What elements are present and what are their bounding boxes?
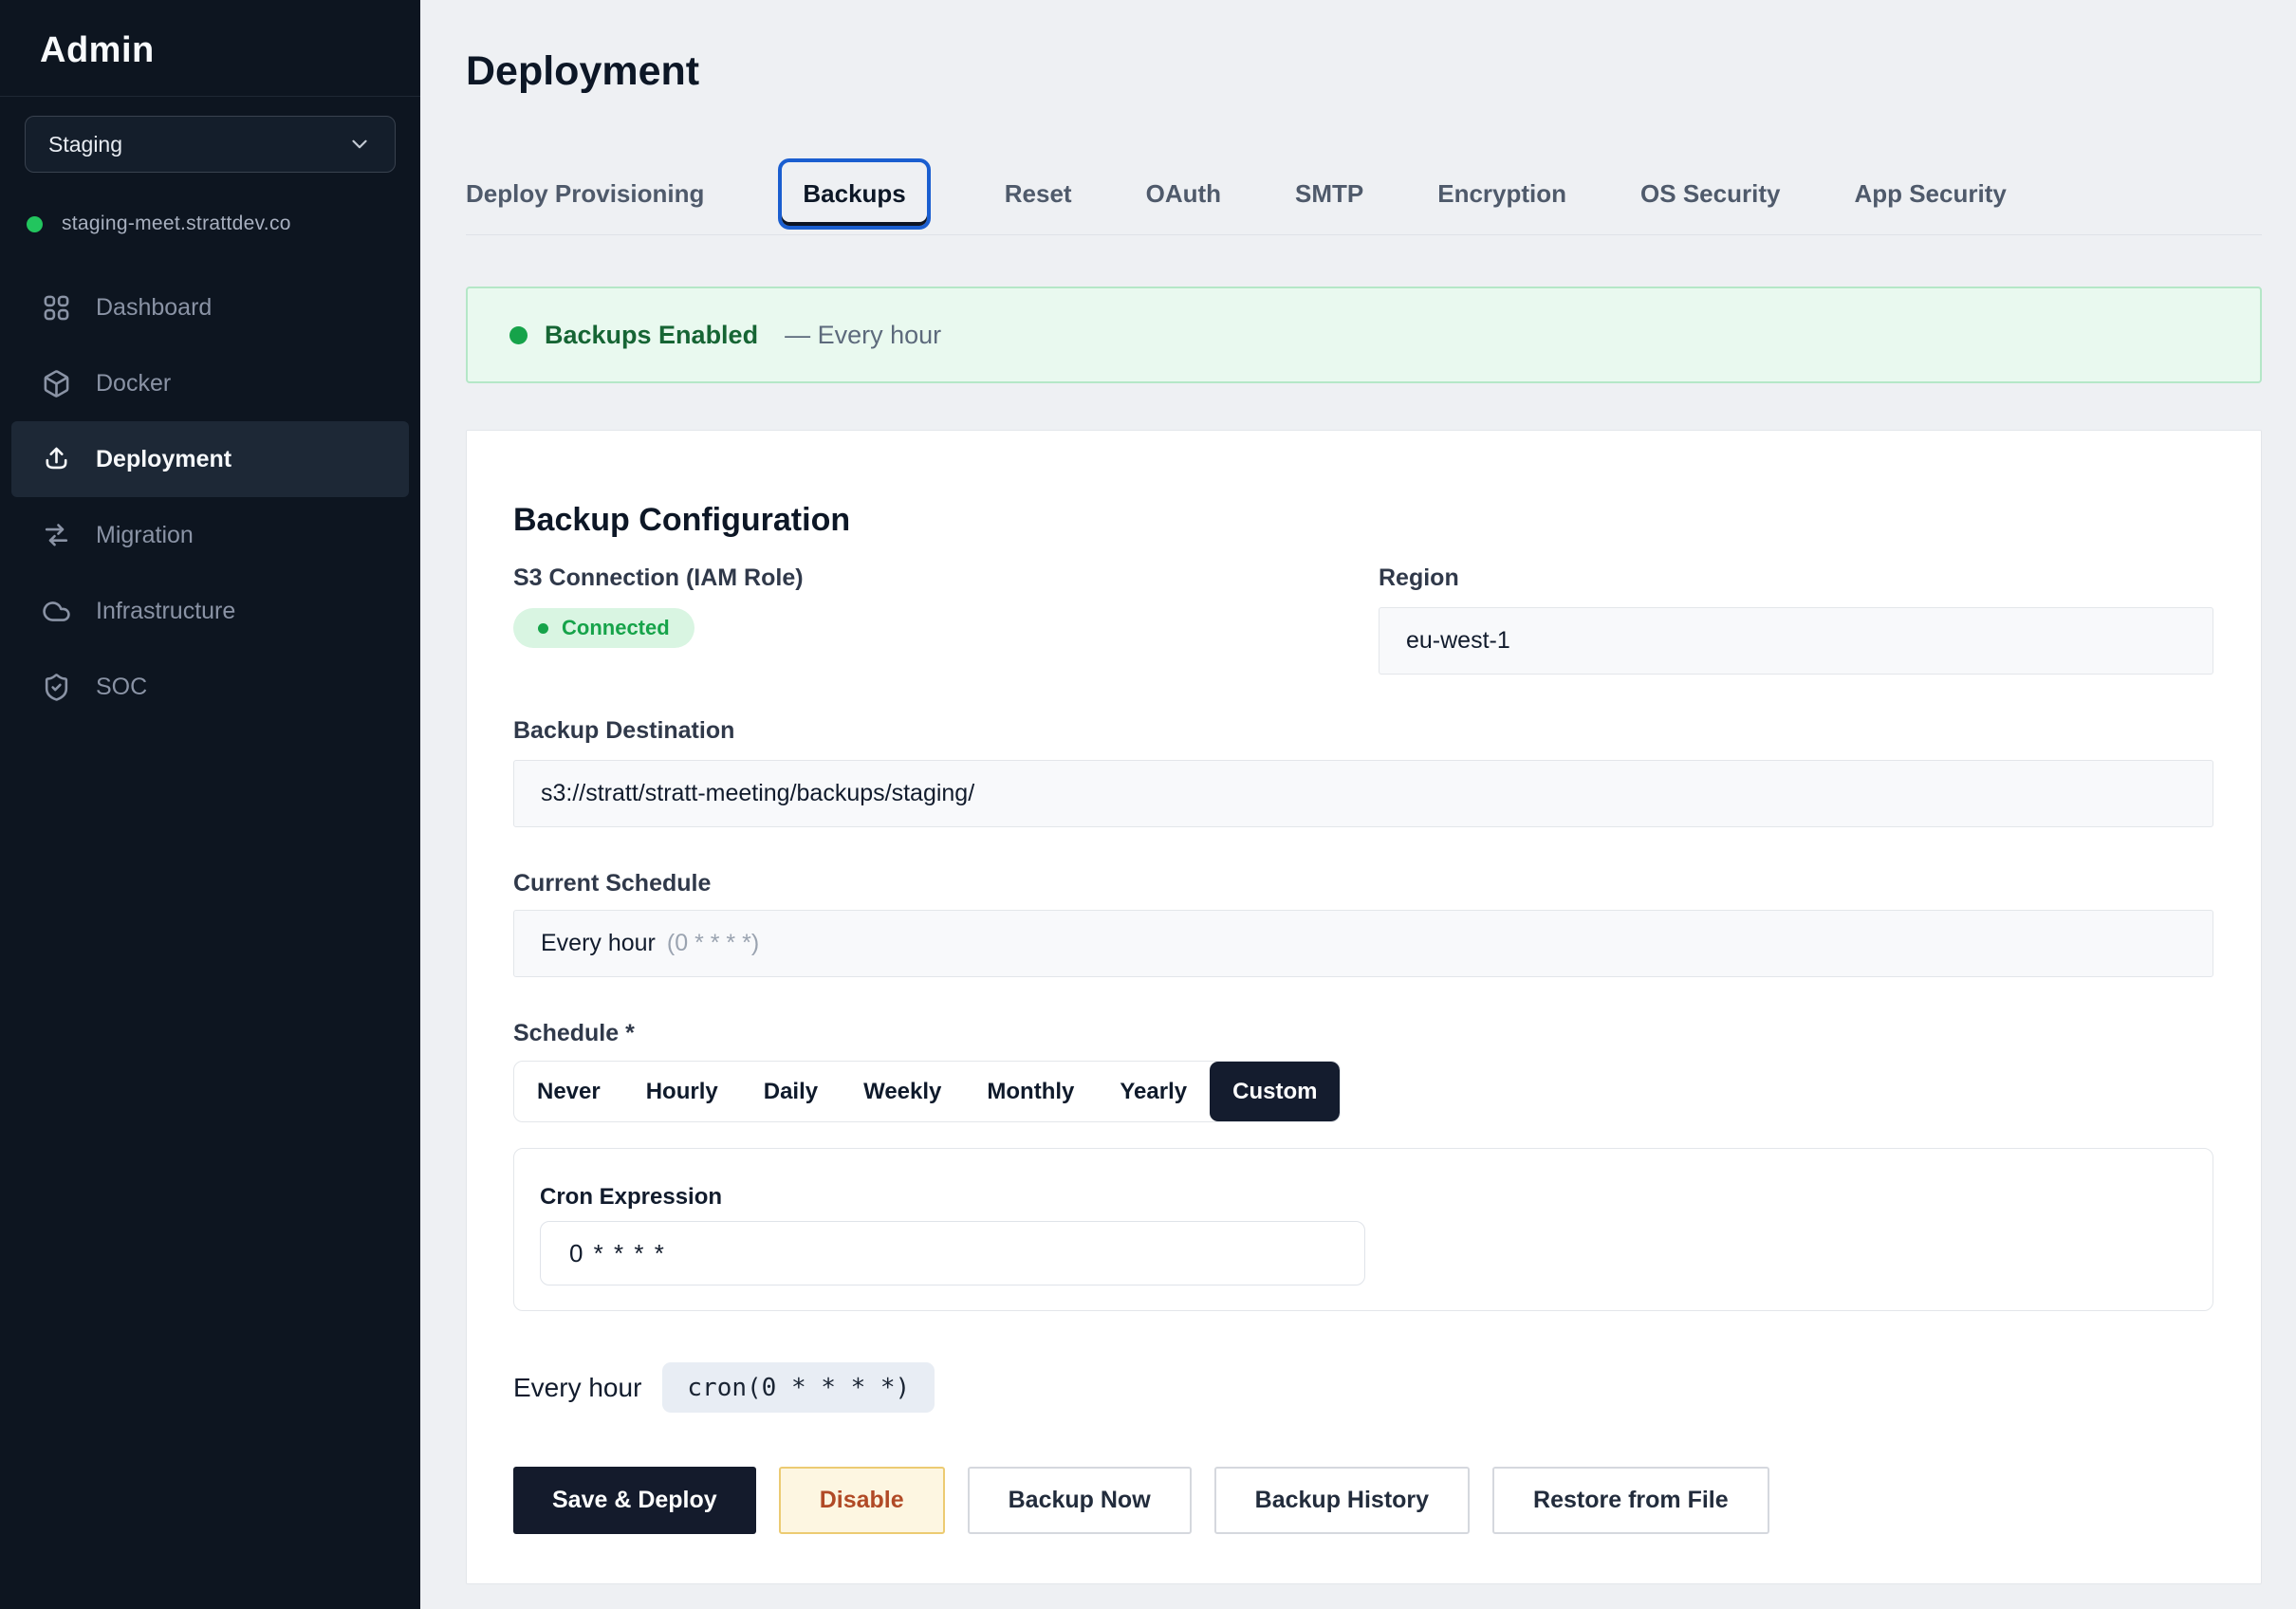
transfer-arrows-icon <box>42 521 71 550</box>
sidebar-header: Admin <box>0 0 420 97</box>
current-schedule-value: Every hour <box>541 930 656 957</box>
schedule-label: Schedule * <box>513 1019 2213 1048</box>
sidebar-item-soc[interactable]: SOC <box>11 649 409 725</box>
sidebar: Admin Staging staging-meet.strattdev.co … <box>0 0 420 1609</box>
environment-select[interactable]: Staging <box>25 116 396 173</box>
schedule-option-custom[interactable]: Custom <box>1210 1062 1340 1121</box>
schedule-option-monthly[interactable]: Monthly <box>964 1062 1097 1121</box>
tab-app-security[interactable]: App Security <box>1854 179 2006 209</box>
cron-expression-input[interactable] <box>540 1221 1365 1285</box>
environment-select-value: Staging <box>48 132 347 157</box>
sidebar-item-label: Deployment <box>96 446 231 473</box>
schedule-segmented-control: Never Hourly Daily Weekly Monthly Yearly… <box>513 1061 1341 1122</box>
current-schedule-field[interactable]: Every hour (0 * * * *) <box>513 910 2213 977</box>
cube-icon <box>42 369 71 398</box>
backup-history-button[interactable]: Backup History <box>1214 1467 1470 1534</box>
schedule-option-never[interactable]: Never <box>514 1062 623 1121</box>
cron-summary-row: Every hour cron(0 * * * *) <box>513 1362 2213 1413</box>
sidebar-item-migration[interactable]: Migration <box>11 497 409 573</box>
sidebar-nav: Dashboard Docker Deployment Migration <box>0 269 420 725</box>
action-buttons-row: Save & Deploy Disable Backup Now Backup … <box>513 1467 2213 1534</box>
cron-summary-code: cron(0 * * * *) <box>662 1362 935 1413</box>
schedule-option-weekly[interactable]: Weekly <box>841 1062 964 1121</box>
disable-button[interactable]: Disable <box>779 1467 945 1534</box>
cron-expression-label: Cron Expression <box>540 1183 2187 1211</box>
tab-backups-active-ring[interactable]: Backups <box>778 158 930 230</box>
sidebar-item-label: Migration <box>96 522 194 549</box>
tab-deploy-provisioning[interactable]: Deploy Provisioning <box>466 179 704 209</box>
save-deploy-button[interactable]: Save & Deploy <box>513 1467 756 1534</box>
backup-destination-label: Backup Destination <box>513 716 2213 746</box>
main-content: Deployment Deploy Provisioning Backups R… <box>420 0 2296 1609</box>
tab-oauth[interactable]: OAuth <box>1146 179 1221 209</box>
page-title: Deployment <box>466 46 2262 97</box>
sidebar-item-deployment[interactable]: Deployment <box>11 421 409 497</box>
connected-dot <box>538 623 548 634</box>
cron-expression-panel: Cron Expression <box>513 1148 2213 1311</box>
tab-os-security[interactable]: OS Security <box>1640 179 1780 209</box>
schedule-option-hourly[interactable]: Hourly <box>623 1062 741 1121</box>
sidebar-item-infrastructure[interactable]: Infrastructure <box>11 573 409 649</box>
backup-destination-input[interactable] <box>513 760 2213 827</box>
shield-check-icon <box>42 673 71 702</box>
region-group: Region <box>1379 564 2213 675</box>
connected-text: Connected <box>562 616 670 640</box>
banner-detail-text: — Every hour <box>785 321 941 350</box>
backups-enabled-banner: Backups Enabled — Every hour <box>466 287 2262 383</box>
region-input[interactable] <box>1379 607 2213 675</box>
s3-connection-label: S3 Connection (IAM Role) <box>513 564 1379 593</box>
sidebar-item-dashboard[interactable]: Dashboard <box>11 269 409 345</box>
region-label: Region <box>1379 564 2213 593</box>
card-title: Backup Configuration <box>513 499 2213 541</box>
tab-reset[interactable]: Reset <box>1005 179 1072 209</box>
banner-status-text: Backups Enabled <box>545 321 758 350</box>
backup-now-button[interactable]: Backup Now <box>968 1467 1192 1534</box>
backup-destination-group: Backup Destination <box>513 716 2213 827</box>
sidebar-item-label: SOC <box>96 674 147 701</box>
online-status-dot <box>27 216 43 232</box>
current-schedule-cron-hint: (0 * * * *) <box>667 930 759 957</box>
cron-summary-text: Every hour <box>513 1373 641 1403</box>
sidebar-item-label: Infrastructure <box>96 598 235 625</box>
sidebar-item-docker[interactable]: Docker <box>11 345 409 421</box>
upload-icon <box>42 445 71 474</box>
enabled-status-dot <box>509 326 528 344</box>
environment-domain: staging-meet.strattdev.co <box>62 213 291 235</box>
schedule-option-yearly[interactable]: Yearly <box>1097 1062 1210 1121</box>
grid-icon <box>42 293 71 323</box>
tab-encryption[interactable]: Encryption <box>1437 179 1566 209</box>
tab-backups[interactable]: Backups <box>803 179 905 208</box>
current-schedule-group: Current Schedule Every hour (0 * * * *) <box>513 869 2213 977</box>
sidebar-item-label: Docker <box>96 370 171 398</box>
schedule-group: Schedule * Never Hourly Daily Weekly Mon… <box>513 1019 2213 1122</box>
connected-status-badge: Connected <box>513 608 694 648</box>
sidebar-item-label: Dashboard <box>96 294 212 322</box>
tab-smtp[interactable]: SMTP <box>1295 179 1363 209</box>
connection-region-row: S3 Connection (IAM Role) Connected Regio… <box>513 564 2213 675</box>
backup-configuration-card: Backup Configuration S3 Connection (IAM … <box>466 430 2262 1584</box>
environment-domain-row: staging-meet.strattdev.co <box>25 213 396 235</box>
schedule-option-daily[interactable]: Daily <box>741 1062 841 1121</box>
app-title: Admin <box>40 30 380 71</box>
current-schedule-label: Current Schedule <box>513 869 2213 898</box>
cloud-icon <box>42 597 71 626</box>
s3-connection-group: S3 Connection (IAM Role) Connected <box>513 564 1379 675</box>
chevron-down-icon <box>347 132 372 157</box>
tab-bar: Deploy Provisioning Backups Reset OAuth … <box>466 154 2262 235</box>
restore-from-file-button[interactable]: Restore from File <box>1492 1467 1769 1534</box>
